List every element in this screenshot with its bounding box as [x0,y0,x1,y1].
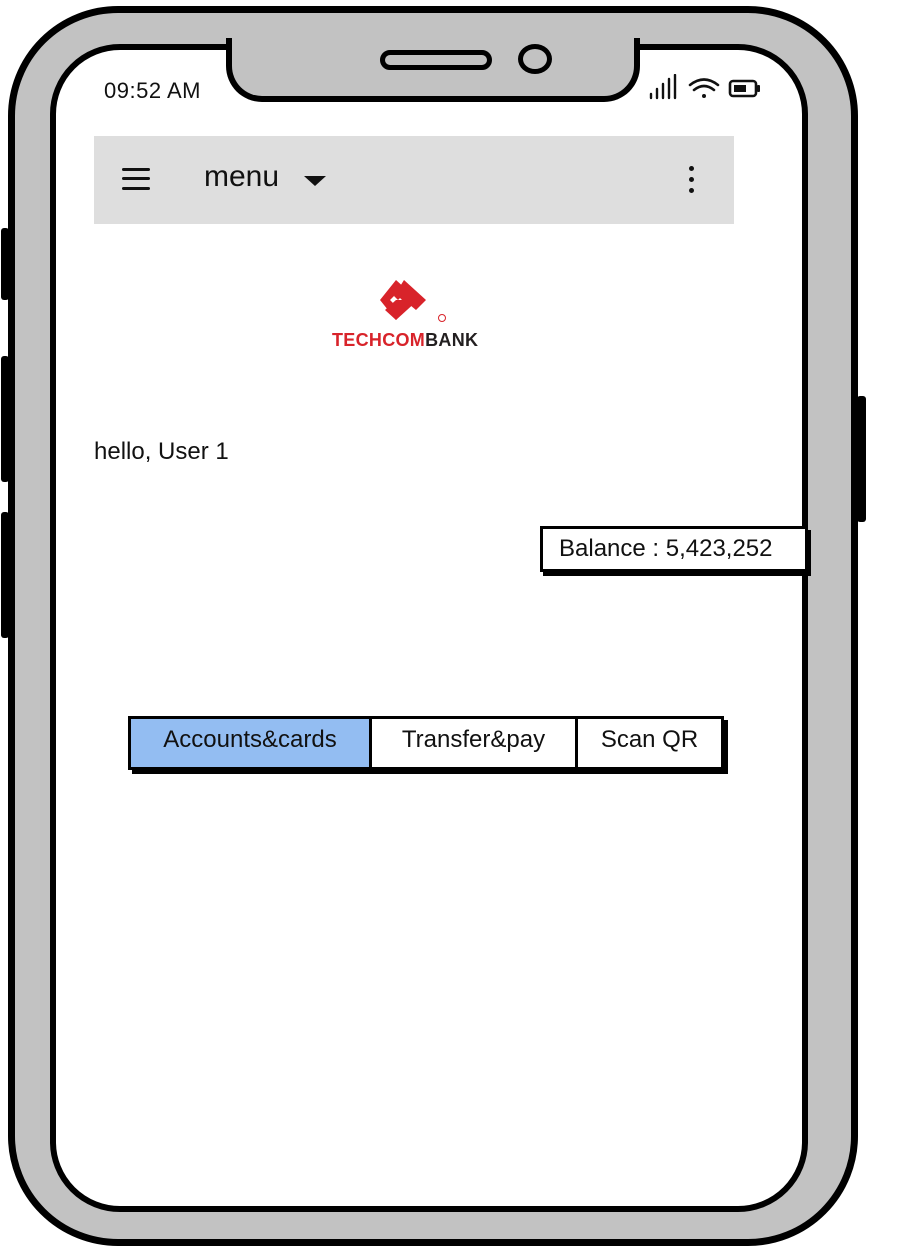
greeting-text: hello, User 1 [94,438,229,465]
volume-down-button [1,512,9,638]
power-button [857,396,866,522]
logo-text-dark: BANK [425,330,479,350]
battery-icon [728,79,760,98]
earpiece-speaker [380,50,492,70]
menu-title[interactable]: menu [204,160,279,194]
techcombank-logo: TECHCOMBANK [332,278,494,352]
status-time: 09:52 AM [104,78,201,103]
more-vert-icon[interactable] [684,166,698,196]
app-bar: menu [94,136,734,224]
tab-accounts-cards[interactable]: Accounts&cards [131,719,369,767]
tab-scan-qr[interactable]: Scan QR [575,719,721,767]
tab-bar: Accounts&cards Transfer&pay Scan QR [128,716,724,770]
logo-wordmark: TECHCOMBANK [332,330,494,351]
logo-text-red: TECHCOM [332,330,426,350]
status-icons [649,74,760,100]
wifi-icon [688,78,720,98]
mute-switch [1,228,9,300]
volume-up-button [1,356,9,482]
front-camera [518,44,552,74]
tab-transfer-pay[interactable]: Transfer&pay [369,719,575,767]
notch [226,38,640,102]
logo-mark-icon [380,280,446,322]
hamburger-icon[interactable] [122,166,150,192]
signal-icon [649,74,677,100]
dropdown-caret-icon[interactable] [304,176,326,186]
balance-box: Balance : 5,423,252 [540,526,808,572]
